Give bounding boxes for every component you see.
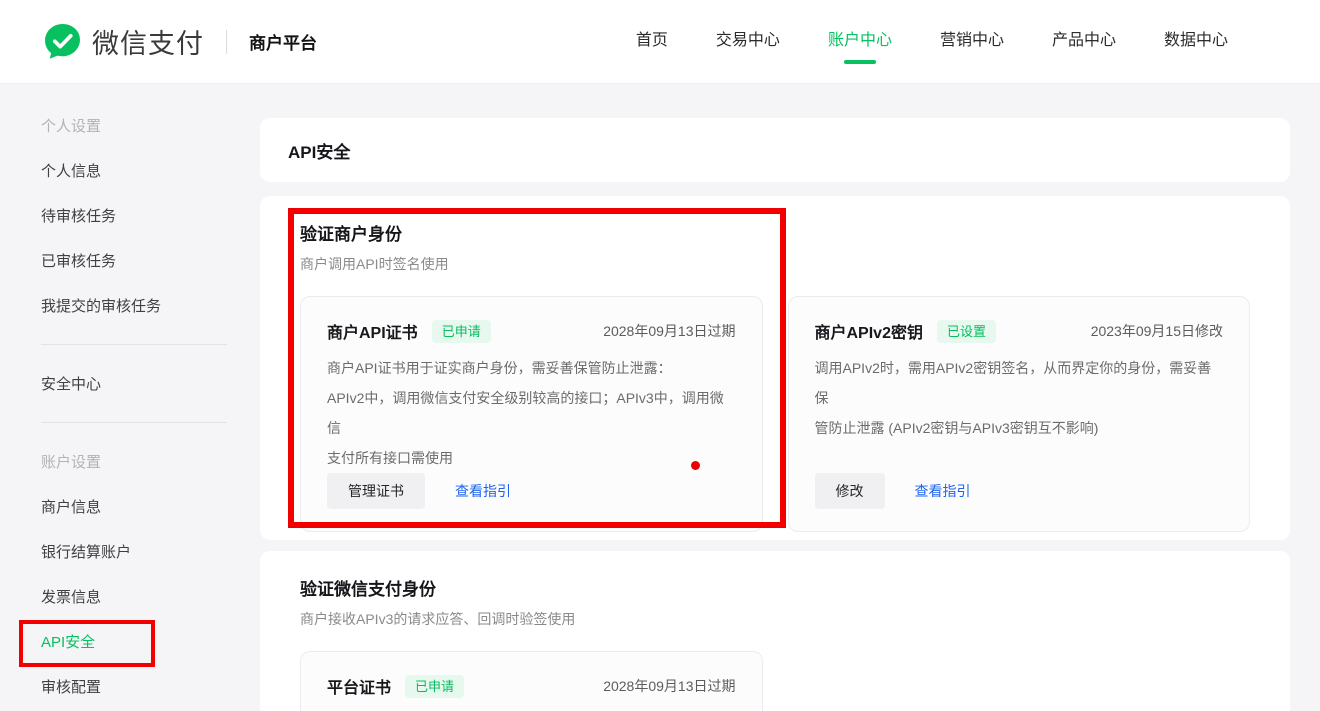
panel-grid: 平台证书 已申请 2028年09月13日过期 [300,651,1250,711]
section-merchant-identity: 验证商户身份 商户调用API时签名使用 商户API证书 已申请 2028年09月… [260,196,1290,540]
page-title: API安全 [288,138,350,163]
sidebar-group-security: 安全中心 [0,361,240,406]
panel-description: 商户API证书用于证实商户身份，需妥善保管防止泄露： APIv2中，调用微信支付… [327,353,736,473]
card-merchant-api-cert: 商户API证书 已申请 2028年09月13日过期 商户API证书用于证实商户身… [300,296,763,532]
view-guide-link[interactable]: 查看指引 [915,481,971,501]
card-merchant-apiv2-key: 商户APIv2密钥 已设置 2023年09月15日修改 调用APIv2时，需用A… [788,296,1251,532]
sidebar-item-merchant-info[interactable]: 商户信息 [0,484,240,529]
nav-item-account-center[interactable]: 账户中心 [828,20,892,64]
nav-item-marketing-center[interactable]: 营销中心 [940,20,1004,64]
expiry-date: 2028年09月13日过期 [603,321,735,341]
sidebar: 个人设置 个人信息 待审核任务 已审核任务 我提交的审核任务 安全中心 账户设置… [0,84,240,709]
logo: 微信支付 商户平台 [44,22,317,61]
view-guide-link[interactable]: 查看指引 [455,481,511,501]
panel-title-row: 商户API证书 已申请 2028年09月13日过期 [327,319,736,343]
manage-cert-button[interactable]: 管理证书 [327,473,425,509]
page: 微信支付 商户平台 首页 交易中心 账户中心 营销中心 产品中心 数据中心 个人… [0,0,1320,711]
sidebar-item-reviewed-tasks[interactable]: 已审核任务 [0,238,240,283]
logo-text: 微信支付 [92,22,204,61]
section-title: 验证商户身份 [300,220,1250,245]
nav-item-product-center[interactable]: 产品中心 [1052,20,1116,64]
description-line: APIv2中，调用微信支付安全级别较高的接口；APIv3中，调用微信 [327,383,736,443]
sidebar-group-header-account-settings: 账户设置 [0,439,240,484]
modify-button[interactable]: 修改 [815,473,885,509]
top-nav: 首页 交易中心 账户中心 营销中心 产品中心 数据中心 [636,20,1228,64]
card-platform-cert: 平台证书 已申请 2028年09月13日过期 [300,651,763,711]
logo-divider [226,30,227,54]
sidebar-item-review-config[interactable]: 审核配置 [0,664,240,709]
panel-title: 商户APIv2密钥 [815,319,923,343]
modified-date: 2023年09月15日修改 [1091,321,1223,341]
panel-title-row: 商户APIv2密钥 已设置 2023年09月15日修改 [815,319,1224,343]
status-badge: 已申请 [405,675,464,698]
header: 微信支付 商户平台 首页 交易中心 账户中心 营销中心 产品中心 数据中心 [0,0,1320,84]
sidebar-group-personal-settings: 个人设置 个人信息 待审核任务 已审核任务 我提交的审核任务 [0,103,240,328]
sidebar-group-account-settings: 账户设置 商户信息 银行结算账户 发票信息 API安全 审核配置 [0,439,240,709]
panel-actions: 管理证书 查看指引 [327,473,736,509]
nav-item-transaction-center[interactable]: 交易中心 [716,20,780,64]
description-line: 调用APIv2时，需用APIv2密钥签名，从而界定你的身份，需妥善保 [815,353,1224,413]
panel-description: 调用APIv2时，需用APIv2密钥签名，从而界定你的身份，需妥善保 管防止泄露… [815,353,1224,443]
sidebar-item-pending-review-tasks[interactable]: 待审核任务 [0,193,240,238]
sidebar-divider [41,422,227,423]
section-title: 验证微信支付身份 [300,575,1250,600]
section-subtitle: 商户接收APIv3的请求应答、回调时验签使用 [300,609,1250,629]
sidebar-divider [41,344,227,345]
section-subtitle: 商户调用API时签名使用 [300,254,1250,274]
panel-grid: 商户API证书 已申请 2028年09月13日过期 商户API证书用于证实商户身… [300,296,1250,532]
panel-title-row: 平台证书 已申请 2028年09月13日过期 [327,674,736,698]
panel-title: 商户API证书 [327,319,418,343]
expiry-date: 2028年09月13日过期 [603,676,735,696]
panel-title: 平台证书 [327,674,391,698]
sidebar-item-my-submitted-review-tasks[interactable]: 我提交的审核任务 [0,283,240,328]
sidebar-item-personal-info[interactable]: 个人信息 [0,148,240,193]
sidebar-item-security-center[interactable]: 安全中心 [0,361,240,406]
nav-item-home[interactable]: 首页 [636,20,668,64]
portal-label: 商户平台 [249,29,317,54]
status-badge: 已申请 [432,320,491,343]
page-title-card: API安全 [260,118,1290,182]
sidebar-item-bank-settlement-account[interactable]: 银行结算账户 [0,529,240,574]
section-wechatpay-identity: 验证微信支付身份 商户接收APIv3的请求应答、回调时验签使用 平台证书 已申请… [260,551,1290,711]
sidebar-item-invoice-info[interactable]: 发票信息 [0,574,240,619]
panel-actions: 修改 查看指引 [815,473,1224,509]
description-line: 支付所有接口需使用 [327,443,736,473]
status-badge: 已设置 [937,320,996,343]
sidebar-group-header-personal-settings: 个人设置 [0,103,240,148]
description-line: 商户API证书用于证实商户身份，需妥善保管防止泄露： [327,353,736,383]
wechat-pay-logo-icon [44,23,81,60]
description-line: 管防止泄露 (APIv2密钥与APIv3密钥互不影响) [815,413,1224,443]
sidebar-item-api-security[interactable]: API安全 [0,619,240,664]
nav-item-data-center[interactable]: 数据中心 [1164,20,1228,64]
